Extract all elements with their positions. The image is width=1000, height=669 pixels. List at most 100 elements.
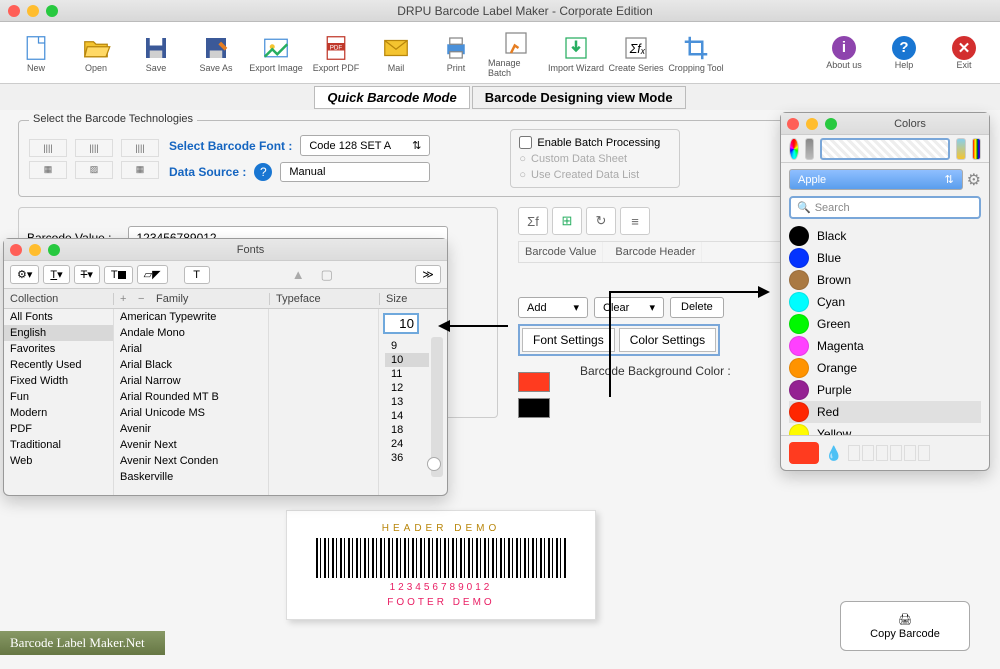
barcode-image [316, 538, 566, 578]
close-window-icon[interactable] [8, 5, 20, 17]
text-icon[interactable]: T [184, 266, 210, 284]
fonts-window-title: Fonts [60, 244, 441, 256]
create-series-button[interactable]: ΣfₓCreate Series [608, 25, 664, 81]
window-title: DRPU Barcode Label Maker - Corporate Edi… [58, 4, 992, 18]
datasource-help-icon[interactable]: ? [254, 163, 272, 181]
import-wizard-button[interactable]: Import Wizard [548, 25, 604, 81]
document-color-icon[interactable]: ▱◤ [137, 265, 168, 284]
mode-tabs: Quick Barcode Mode Barcode Designing vie… [0, 84, 1000, 110]
series-icon[interactable]: Σf [518, 207, 548, 235]
save-as-button[interactable]: Save As [188, 25, 244, 81]
fonts-window: Fonts ⚙▾ T▾ T▾ T ▱◤ T ▲ ▢ ≫ Collection +… [3, 238, 448, 496]
refresh-icon[interactable]: ↻ [586, 207, 616, 235]
close-icon[interactable] [10, 244, 22, 256]
tab-font-settings[interactable]: Font Settings [522, 328, 615, 352]
color-wells[interactable] [848, 445, 981, 461]
new-button[interactable]: New [8, 25, 64, 81]
group-legend: Select the Barcode Technologies [29, 113, 197, 125]
help-button[interactable]: ?Help [876, 25, 932, 81]
color-swatch-black[interactable] [518, 398, 550, 418]
font-size-input[interactable] [383, 313, 419, 334]
window-titlebar: DRPU Barcode Label Maker - Corporate Edi… [0, 0, 1000, 22]
tech-preview-icons: |||||||||||| ▦▨▦ [29, 139, 159, 179]
preview-value: 123456789012 [390, 582, 493, 593]
enable-batch-checkbox[interactable] [519, 136, 532, 149]
colors-window: Colors Apple⇅ ⚙ 🔍 Search BlackBlueBrownC… [780, 112, 990, 471]
remove-collection-icon[interactable]: − [132, 293, 150, 305]
preview-footer: FOOTER DEMO [387, 597, 494, 608]
text-color-icon[interactable]: T [104, 266, 133, 284]
barcode-preview: HEADER DEMO 123456789012 FOOTER DEMO [286, 510, 596, 620]
pencils-icon[interactable] [972, 138, 982, 160]
main-toolbar: New Open Save Save As Export Image PDFEx… [0, 22, 1000, 84]
exit-button[interactable]: ✕Exit [936, 25, 992, 81]
copy-icon: 🖨 [898, 613, 912, 626]
tab-quick-barcode[interactable]: Quick Barcode Mode [314, 86, 469, 109]
image-icon[interactable] [956, 138, 966, 160]
open-button[interactable]: Open [68, 25, 124, 81]
underline-icon[interactable]: T▾ [43, 265, 69, 284]
size-slider[interactable] [431, 337, 443, 477]
settings-tabs: Font Settings Color Settings [518, 324, 720, 356]
svg-text:Σfₓ: Σfₓ [629, 42, 646, 56]
preview-header: HEADER DEMO [382, 523, 500, 534]
radio-icon: ○ [519, 153, 526, 165]
print-button[interactable]: Print [428, 25, 484, 81]
chevron-up-down-icon: ⇅ [412, 139, 421, 152]
overflow-icon[interactable]: ≫ [415, 265, 441, 284]
bg-color-label: Barcode Background Color : [580, 364, 731, 378]
excel-icon[interactable]: ⊞ [552, 207, 582, 235]
save-button[interactable]: Save [128, 25, 184, 81]
collection-list[interactable]: All FontsEnglishFavoritesRecently UsedFi… [4, 309, 114, 495]
add-select[interactable]: Add▾ [518, 297, 588, 318]
datasource-label: Data Source : [169, 165, 246, 179]
selected-color-swatch [789, 442, 819, 464]
sliders-icon[interactable] [805, 138, 815, 160]
zoom-icon[interactable] [825, 118, 837, 130]
tab-color-settings[interactable]: Color Settings [619, 328, 716, 352]
export-image-button[interactable]: Export Image [248, 25, 304, 81]
about-button[interactable]: iAbout us [816, 25, 872, 81]
mail-button[interactable]: Mail [368, 25, 424, 81]
delete-button[interactable]: Delete [670, 297, 724, 318]
strikethrough-icon[interactable]: T▾ [74, 265, 100, 284]
minimize-icon[interactable] [806, 118, 818, 130]
shadow-box-icon[interactable]: ▢ [321, 267, 333, 283]
color-swatch-red[interactable] [518, 372, 550, 392]
color-list[interactable]: BlackBlueBrownCyanGreenMagentaOrangePurp… [781, 225, 989, 435]
color-wheel-icon[interactable] [789, 138, 799, 160]
search-icon: 🔍 [797, 201, 811, 214]
batch-settings: Enable Batch Processing ○Custom Data She… [510, 129, 680, 188]
minimize-window-icon[interactable] [27, 5, 39, 17]
shadow-angle-icon[interactable]: ▲ [292, 267, 305, 282]
font-label: Select Barcode Font : [169, 139, 292, 153]
close-icon[interactable] [787, 118, 799, 130]
gear-icon[interactable]: ⚙ [967, 170, 981, 190]
palette-icon[interactable] [820, 138, 950, 160]
zoom-icon[interactable] [48, 244, 60, 256]
color-list-select[interactable]: Apple⇅ [789, 169, 963, 190]
copy-barcode-button[interactable]: 🖨 Copy Barcode [840, 601, 970, 651]
cropping-tool-button[interactable]: Cropping Tool [668, 25, 724, 81]
chevron-up-down-icon: ⇅ [944, 173, 953, 186]
datasource-select[interactable]: Manual [280, 162, 430, 182]
typeface-list[interactable] [269, 309, 379, 495]
svg-text:PDF: PDF [330, 44, 343, 51]
eyedropper-icon[interactable]: 💧 [825, 445, 842, 462]
tab-designing-view[interactable]: Barcode Designing view Mode [472, 86, 686, 109]
size-list[interactable]: 91011121314182436 [379, 309, 447, 495]
barcode-font-select[interactable]: Code 128 SET A⇅ [300, 135, 430, 156]
add-collection-icon[interactable]: + [114, 293, 132, 305]
list-icon[interactable]: ≡ [620, 207, 650, 235]
gear-icon[interactable]: ⚙▾ [10, 265, 39, 284]
zoom-window-icon[interactable] [46, 5, 58, 17]
radio-icon: ○ [519, 169, 526, 181]
footer-ribbon: Barcode Label Maker.Net [0, 631, 179, 655]
color-search-input[interactable]: 🔍 Search [789, 196, 981, 219]
manage-batch-button[interactable]: Manage Batch [488, 25, 544, 81]
minimize-icon[interactable] [29, 244, 41, 256]
family-list[interactable]: American TypewriteAndale MonoArialArial … [114, 309, 269, 495]
export-pdf-button[interactable]: PDFExport PDF [308, 25, 364, 81]
clear-select[interactable]: Clear▾ [594, 297, 664, 318]
colors-window-title: Colors [837, 118, 983, 130]
